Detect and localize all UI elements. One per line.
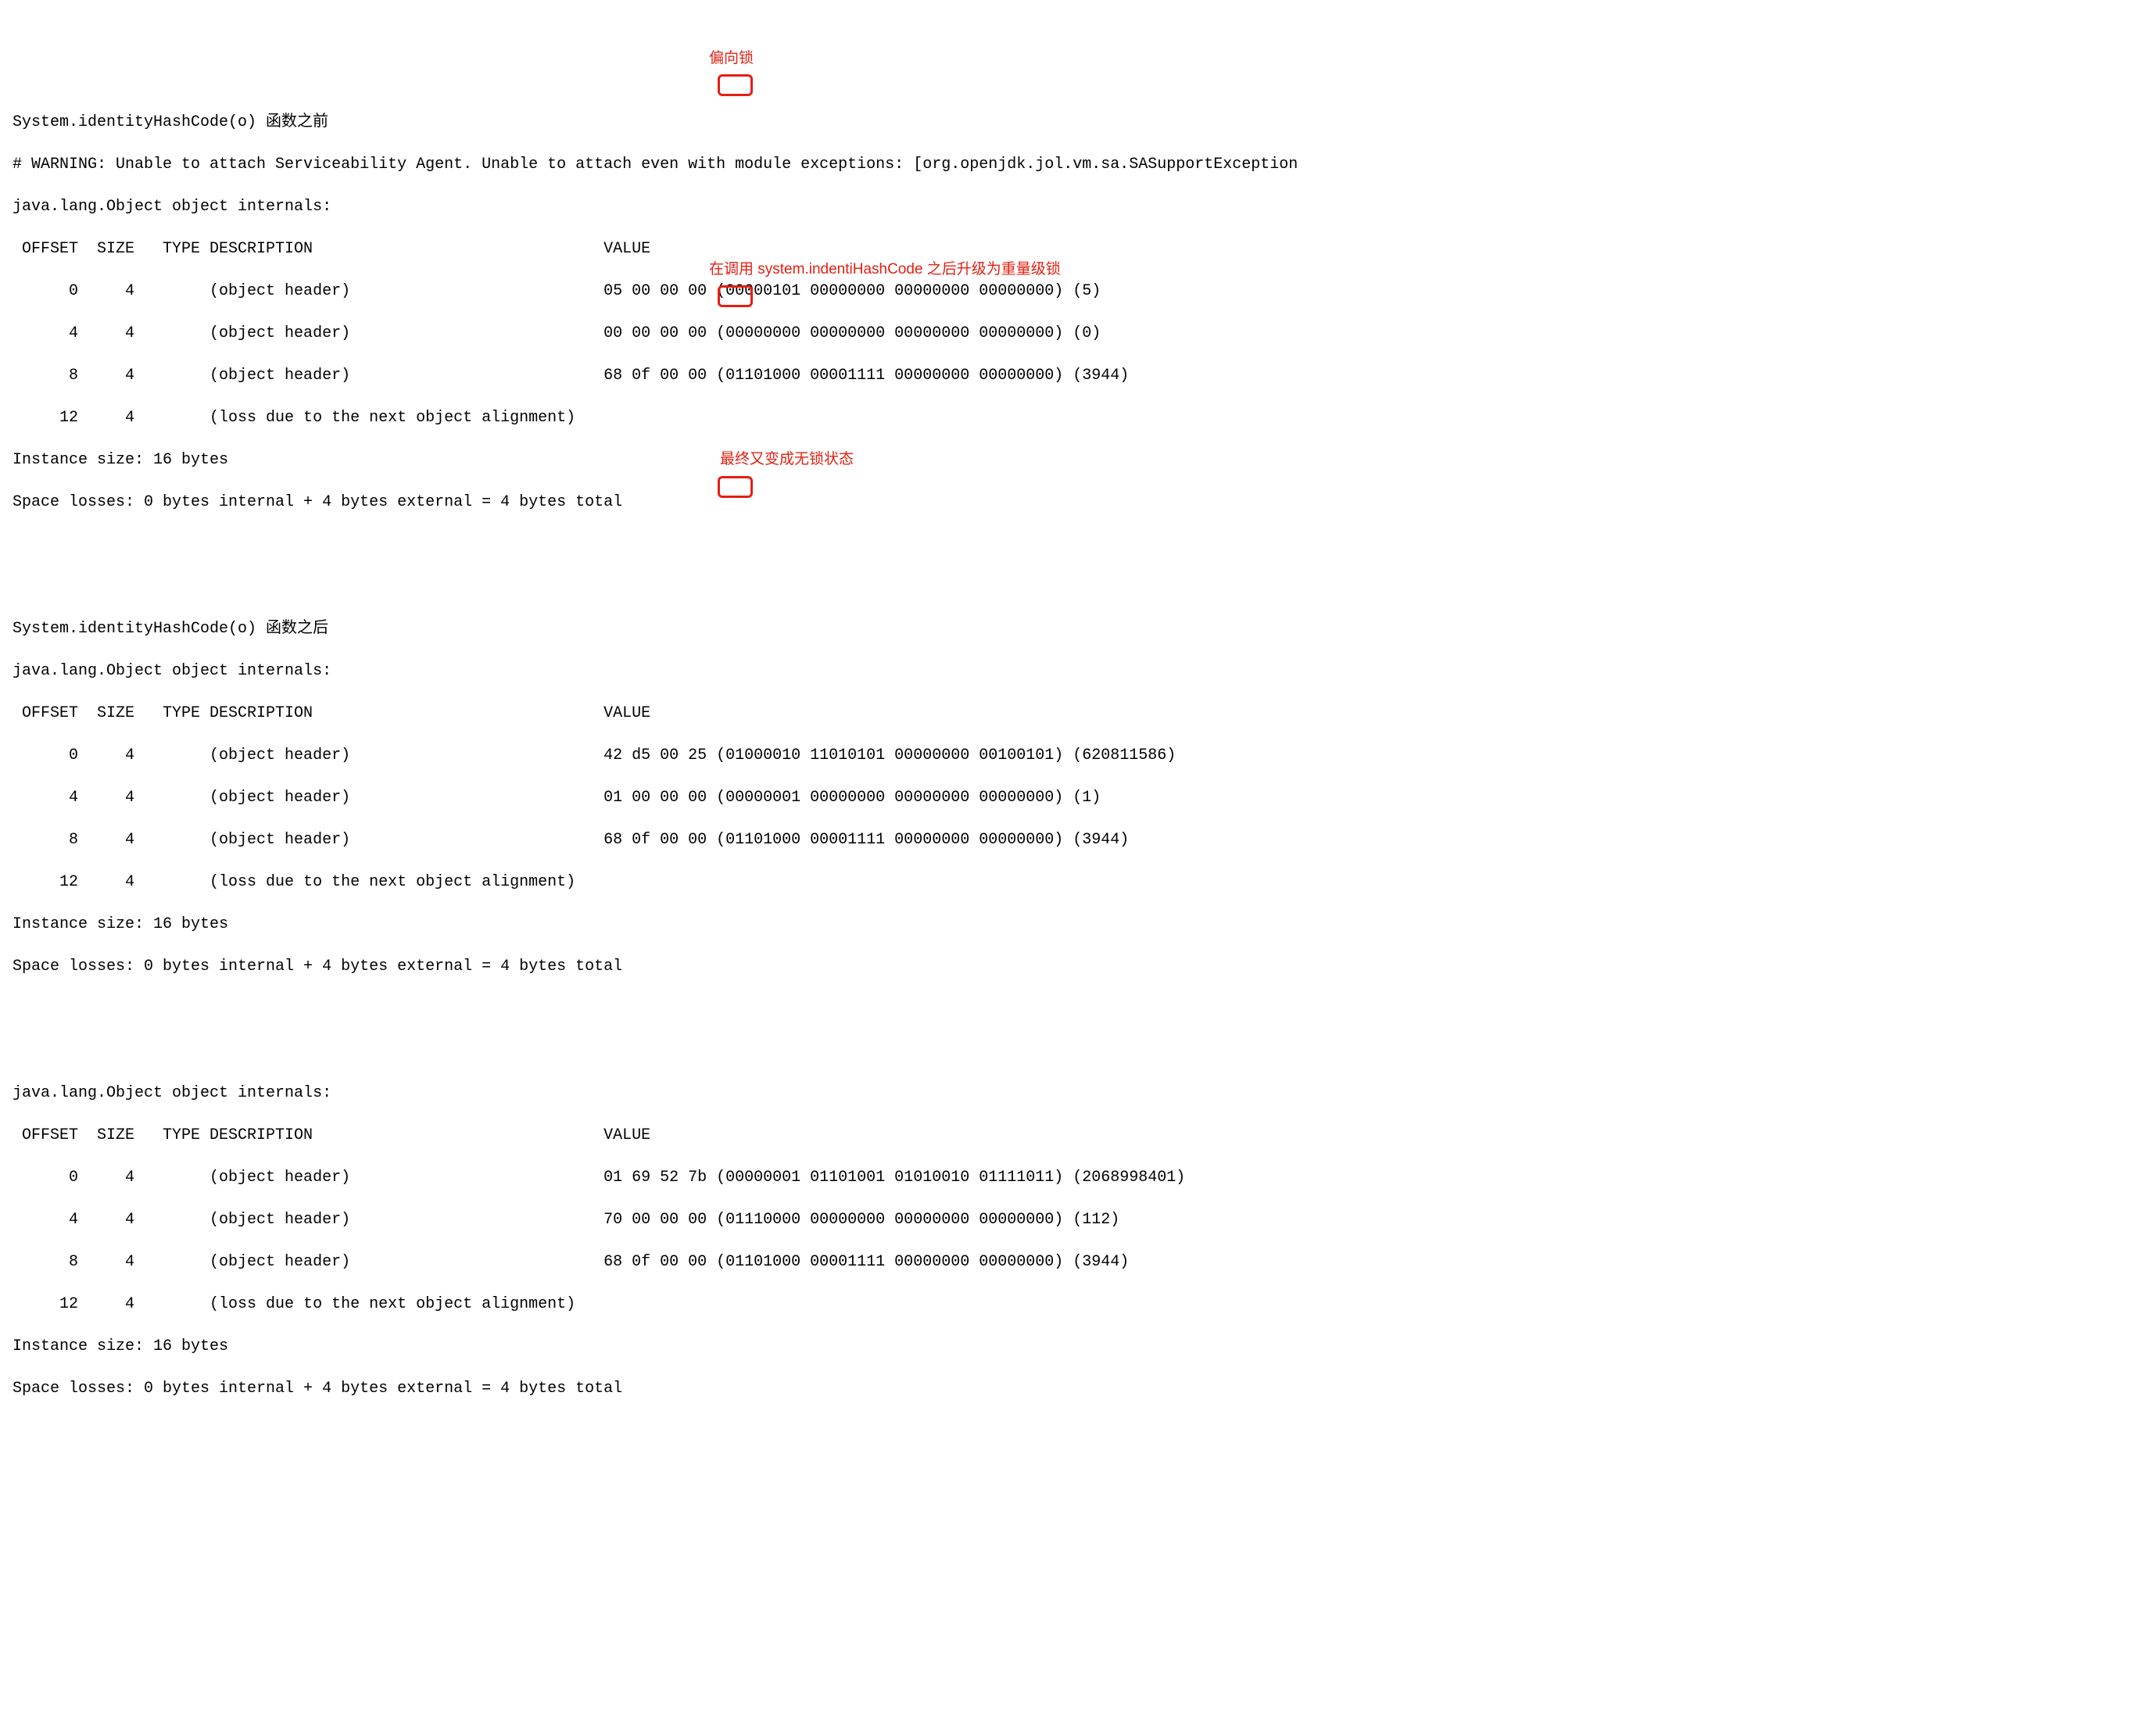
table-row: 8 4 (object header) 68 0f 00 00 (0110100… bbox=[13, 829, 2143, 850]
instance-size: Instance size: 16 bytes bbox=[13, 914, 2143, 935]
table-row: 12 4 (loss due to the next object alignm… bbox=[13, 1294, 2143, 1315]
space-losses: Space losses: 0 bytes internal + 4 bytes… bbox=[13, 492, 2143, 513]
table-row: 8 4 (object header) 68 0f 00 00 (0110100… bbox=[13, 365, 2143, 386]
blank-line bbox=[13, 555, 2143, 576]
annotation-bias-lock: 偏向锁 bbox=[709, 48, 754, 69]
table-row: 0 4 (object header) 01 69 52 7b (0000000… bbox=[13, 1167, 2143, 1188]
table-row: 4 4 (object header) 00 00 00 00 (0000000… bbox=[13, 323, 2143, 344]
instance-size: Instance size: 16 bytes bbox=[13, 449, 2143, 471]
table-row: 12 4 (loss due to the next object alignm… bbox=[13, 872, 2143, 893]
columns-header: OFFSET SIZE TYPE DESCRIPTION VALUE bbox=[13, 703, 2143, 724]
table-row: 12 4 (loss due to the next object alignm… bbox=[13, 407, 2143, 428]
space-losses: Space losses: 0 bytes internal + 4 bytes… bbox=[13, 1378, 2143, 1399]
instance-size: Instance size: 16 bytes bbox=[13, 1336, 2143, 1357]
table-row: 4 4 (object header) 01 00 00 00 (0000000… bbox=[13, 787, 2143, 808]
output-block-2: System.identityHashCode(o) 函数之后 java.lan… bbox=[13, 597, 2143, 998]
internals-header: java.lang.Object object internals: bbox=[13, 196, 2143, 217]
output-block-1: System.identityHashCode(o) 函数之前 # WARNIN… bbox=[13, 91, 2143, 534]
warning-line: # WARNING: Unable to attach Serviceabili… bbox=[13, 154, 2143, 175]
annotation-heavy-lock: 在调用 system.indentiHashCode 之后升级为重量级锁 bbox=[709, 260, 1061, 280]
annotation-no-lock: 最终又变成无锁状态 bbox=[720, 449, 854, 470]
preamble-line: System.identityHashCode(o) 函数之后 bbox=[13, 618, 2143, 639]
table-row: 0 4 (object header) 42 d5 00 25 (0100001… bbox=[13, 745, 2143, 766]
blank-line bbox=[13, 1019, 2143, 1040]
table-row: 0 4 (object header) 05 00 00 00 (0000010… bbox=[13, 281, 2143, 302]
internals-header: java.lang.Object object internals: bbox=[13, 1083, 2143, 1104]
space-losses: Space losses: 0 bytes internal + 4 bytes… bbox=[13, 956, 2143, 977]
table-row: 4 4 (object header) 70 00 00 00 (0111000… bbox=[13, 1209, 2143, 1230]
preamble-line: System.identityHashCode(o) 函数之前 bbox=[13, 112, 2143, 133]
columns-header: OFFSET SIZE TYPE DESCRIPTION VALUE bbox=[13, 1125, 2143, 1146]
table-row: 8 4 (object header) 68 0f 00 00 (0110100… bbox=[13, 1251, 2143, 1273]
columns-header: OFFSET SIZE TYPE DESCRIPTION VALUE bbox=[13, 238, 2143, 260]
internals-header: java.lang.Object object internals: bbox=[13, 661, 2143, 682]
output-block-3: java.lang.Object object internals: OFFSE… bbox=[13, 1061, 2143, 1420]
